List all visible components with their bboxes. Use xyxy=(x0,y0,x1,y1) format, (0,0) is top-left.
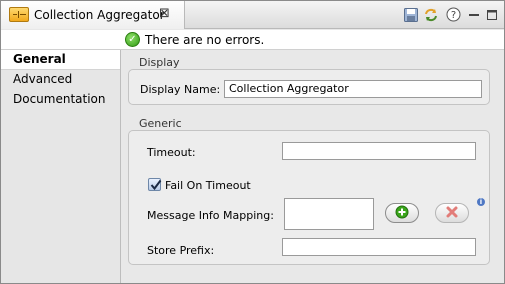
info-icon[interactable]: i xyxy=(477,198,485,206)
maximize-icon[interactable] xyxy=(483,6,500,23)
remove-icon xyxy=(445,205,459,222)
message-info-mapping-label: Message Info Mapping: xyxy=(147,209,274,222)
editor-window: Collection Aggregator ⊠ ? ✓ There are no… xyxy=(0,0,505,284)
editor-tab[interactable]: Collection Aggregator ⊠ xyxy=(1,1,185,29)
help-icon[interactable]: ? xyxy=(445,6,462,23)
sidebar-item-advanced[interactable]: Advanced xyxy=(1,70,120,90)
generic-group: Timeout: Fail On Timeout Message Info Ma… xyxy=(128,130,490,265)
remove-mapping-button[interactable] xyxy=(435,203,469,223)
sidebar-item-label: Documentation xyxy=(13,92,106,106)
sidebar-item-label: General xyxy=(13,52,66,66)
fail-on-timeout-label: Fail On Timeout xyxy=(165,179,251,192)
check-circle-icon: ✓ xyxy=(125,32,140,47)
fail-on-timeout-checkbox[interactable] xyxy=(148,178,162,191)
validation-status-bar: ✓ There are no errors. xyxy=(1,30,504,50)
message-info-mapping-field[interactable] xyxy=(284,198,374,230)
tab-title: Collection Aggregator xyxy=(34,8,165,22)
status-text: There are no errors. xyxy=(145,33,265,47)
generic-section-title: Generic xyxy=(139,117,182,130)
timeout-label: Timeout: xyxy=(147,146,196,159)
sidebar-item-label: Advanced xyxy=(13,72,73,86)
sidebar-item-general[interactable]: General xyxy=(1,50,120,70)
display-name-field[interactable]: Collection Aggregator xyxy=(224,80,482,98)
close-icon[interactable]: ⊠ xyxy=(159,6,170,21)
minimize-icon[interactable] xyxy=(465,6,482,23)
collection-aggregator-icon xyxy=(9,7,29,22)
display-section-title: Display xyxy=(139,56,180,69)
add-mapping-button[interactable] xyxy=(385,203,419,223)
sidebar: General Advanced Documentation xyxy=(1,50,121,283)
save-icon[interactable] xyxy=(402,6,419,23)
display-group: Display Name: Collection Aggregator xyxy=(128,69,490,105)
sync-icon[interactable] xyxy=(422,6,439,23)
plus-icon xyxy=(395,205,409,222)
store-prefix-label: Store Prefix: xyxy=(147,244,215,257)
timeout-field[interactable] xyxy=(282,142,476,160)
properties-panel: Display Display Name: Collection Aggrega… xyxy=(122,50,504,283)
display-name-label: Display Name: xyxy=(140,83,221,96)
svg-text:?: ? xyxy=(451,10,456,21)
store-prefix-field[interactable] xyxy=(282,238,476,256)
sidebar-item-documentation[interactable]: Documentation xyxy=(1,90,120,110)
editor-tab-bar: Collection Aggregator ⊠ ? xyxy=(1,1,504,29)
